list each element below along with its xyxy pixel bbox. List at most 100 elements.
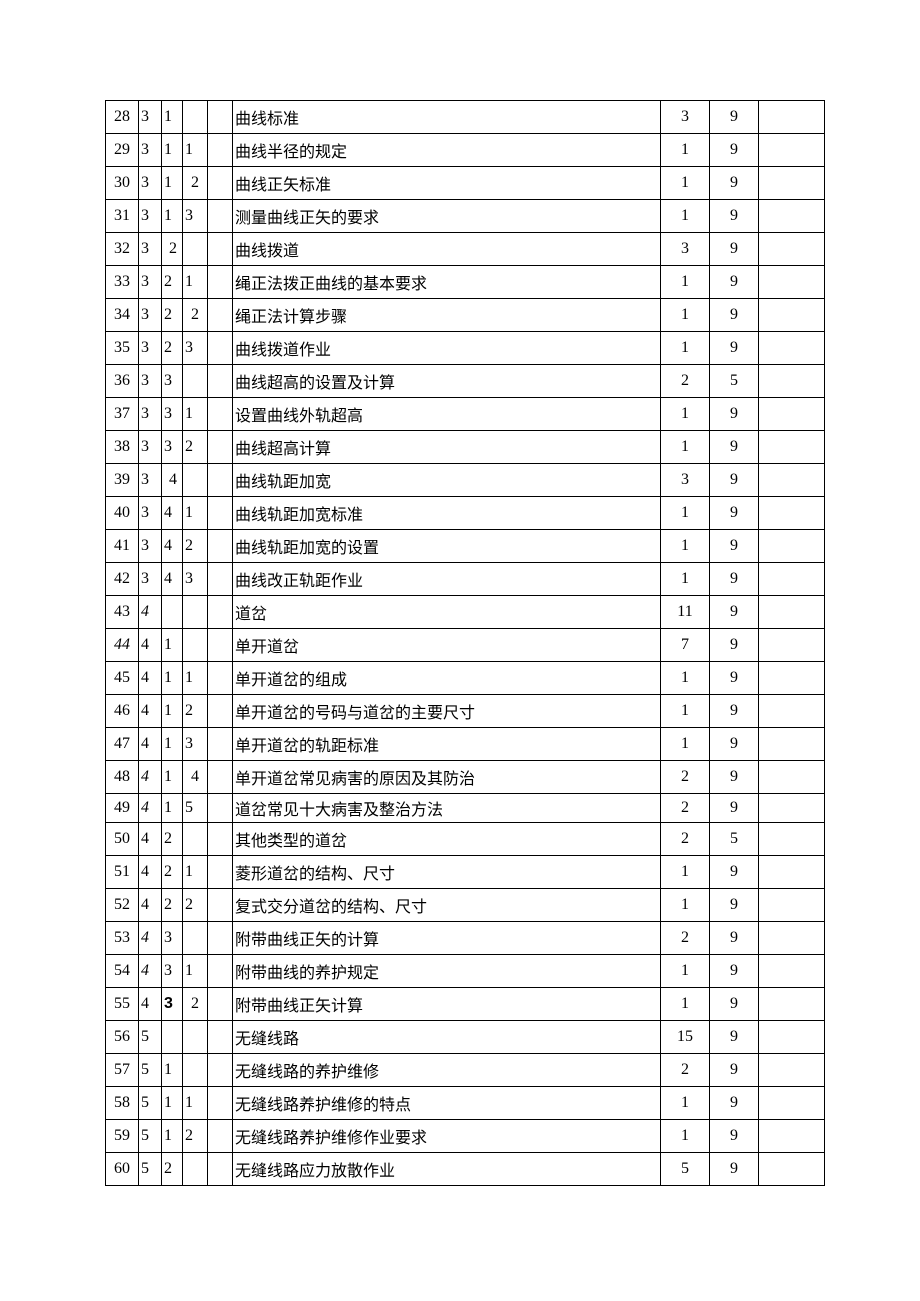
- cell-vb: 9: [710, 629, 759, 662]
- cell-blank: [759, 1153, 825, 1186]
- table-row: 29311曲线半径的规定19: [106, 134, 825, 167]
- cell-seq: 43: [106, 596, 139, 629]
- cell-seq: 28: [106, 101, 139, 134]
- cell-l1: 3: [139, 464, 162, 497]
- cell-l2: 2: [162, 299, 183, 332]
- cell-l3: 1: [183, 266, 208, 299]
- cell-vb: 5: [710, 365, 759, 398]
- table-row: 34322绳正法计算步骤19: [106, 299, 825, 332]
- cell-blank: [759, 1087, 825, 1120]
- cell-l1: 4: [139, 856, 162, 889]
- table-row: 58511无缝线路养护维修的特点19: [106, 1087, 825, 1120]
- cell-va: 1: [661, 695, 710, 728]
- cell-va: 3: [661, 101, 710, 134]
- cell-l3: [183, 823, 208, 856]
- cell-l3: 2: [183, 431, 208, 464]
- cell-seq: 46: [106, 695, 139, 728]
- cell-seq: 53: [106, 922, 139, 955]
- cell-l4: [208, 1021, 233, 1054]
- cell-title: 附带曲线的养护规定: [233, 955, 661, 988]
- cell-seq: 57: [106, 1054, 139, 1087]
- cell-l3: [183, 1021, 208, 1054]
- cell-vb: 9: [710, 167, 759, 200]
- cell-l1: 4: [139, 889, 162, 922]
- cell-vb: 9: [710, 332, 759, 365]
- cell-l4: [208, 299, 233, 332]
- cell-va: 2: [661, 794, 710, 823]
- cell-va: 1: [661, 332, 710, 365]
- cell-title: 单开道岔的号码与道岔的主要尺寸: [233, 695, 661, 728]
- cell-vb: 9: [710, 1087, 759, 1120]
- cell-title: 曲线超高的设置及计算: [233, 365, 661, 398]
- cell-l4: [208, 200, 233, 233]
- cell-seq: 31: [106, 200, 139, 233]
- cell-va: 7: [661, 629, 710, 662]
- table-row: 4441单开道岔79: [106, 629, 825, 662]
- cell-l4: [208, 988, 233, 1021]
- cell-l3: [183, 629, 208, 662]
- cell-l4: [208, 823, 233, 856]
- cell-l2: 4: [162, 464, 183, 497]
- cell-l3: 2: [183, 299, 208, 332]
- cell-blank: [759, 728, 825, 761]
- cell-seq: 36: [106, 365, 139, 398]
- cell-seq: 38: [106, 431, 139, 464]
- cell-l2: 3: [162, 431, 183, 464]
- cell-l1: 4: [139, 823, 162, 856]
- cell-l3: [183, 233, 208, 266]
- cell-vb: 9: [710, 1120, 759, 1153]
- cell-title: 曲线正矢标准: [233, 167, 661, 200]
- cell-l4: [208, 1087, 233, 1120]
- cell-va: 1: [661, 1087, 710, 1120]
- cell-va: 2: [661, 365, 710, 398]
- cell-va: 2: [661, 922, 710, 955]
- cell-l1: 4: [139, 761, 162, 794]
- cell-va: 1: [661, 728, 710, 761]
- table-row: 52422复式交分道岔的结构、尺寸19: [106, 889, 825, 922]
- cell-l2: [162, 1021, 183, 1054]
- cell-vb: 9: [710, 695, 759, 728]
- cell-seq: 42: [106, 563, 139, 596]
- cell-title: 无缝线路养护维修的特点: [233, 1087, 661, 1120]
- cell-vb: 9: [710, 1153, 759, 1186]
- cell-l2: 1: [162, 200, 183, 233]
- cell-va: 2: [661, 1054, 710, 1087]
- cell-l3: 1: [183, 134, 208, 167]
- table-row: 5343附带曲线正矢的计算29: [106, 922, 825, 955]
- cell-vb: 9: [710, 662, 759, 695]
- cell-vb: 9: [710, 299, 759, 332]
- cell-title: 曲线轨距加宽的设置: [233, 530, 661, 563]
- table-row: 31313测量曲线正矢的要求19: [106, 200, 825, 233]
- cell-l2: 2: [162, 233, 183, 266]
- cell-va: 1: [661, 530, 710, 563]
- cell-seq: 58: [106, 1087, 139, 1120]
- cell-l4: [208, 431, 233, 464]
- cell-seq: 39: [106, 464, 139, 497]
- cell-seq: 40: [106, 497, 139, 530]
- cell-blank: [759, 266, 825, 299]
- cell-seq: 34: [106, 299, 139, 332]
- cell-title: 绳正法计算步骤: [233, 299, 661, 332]
- cell-title: 测量曲线正矢的要求: [233, 200, 661, 233]
- cell-l4: [208, 398, 233, 431]
- cell-l3: [183, 1054, 208, 1087]
- cell-l4: [208, 134, 233, 167]
- cell-vb: 9: [710, 955, 759, 988]
- cell-seq: 55: [106, 988, 139, 1021]
- cell-l2: 1: [162, 167, 183, 200]
- cell-l4: [208, 497, 233, 530]
- cell-l2: 3: [162, 398, 183, 431]
- cell-va: 1: [661, 167, 710, 200]
- cell-vb: 9: [710, 1021, 759, 1054]
- cell-title: 其他类型的道岔: [233, 823, 661, 856]
- table-row: 48414单开道岔常见病害的原因及其防治29: [106, 761, 825, 794]
- cell-vb: 9: [710, 101, 759, 134]
- cell-l3: 2: [183, 167, 208, 200]
- cell-title: 道岔: [233, 596, 661, 629]
- cell-blank: [759, 497, 825, 530]
- cell-l1: 4: [139, 794, 162, 823]
- cell-seq: 51: [106, 856, 139, 889]
- cell-l2: 1: [162, 134, 183, 167]
- cell-l3: [183, 101, 208, 134]
- cell-l2: 4: [162, 497, 183, 530]
